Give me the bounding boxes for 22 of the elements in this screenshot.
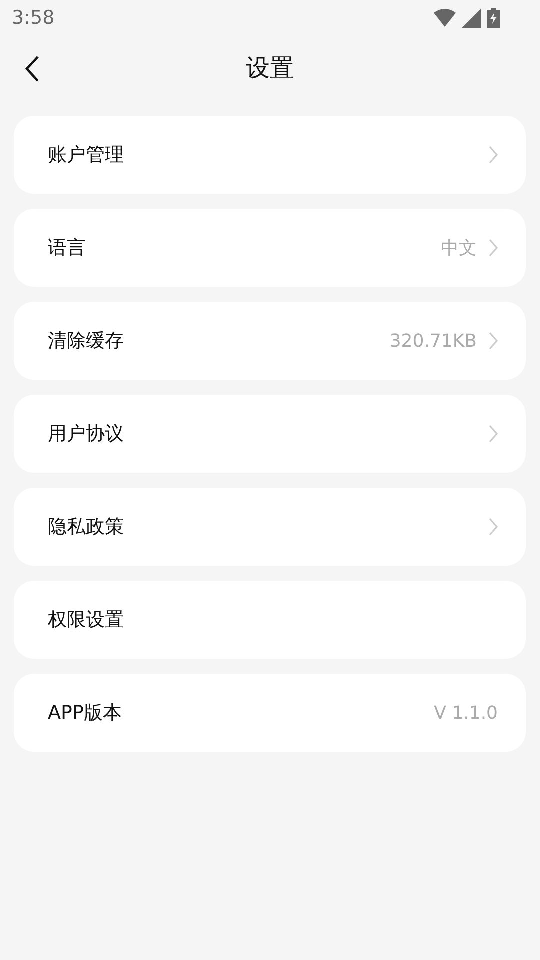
item-label: APP版本 — [48, 700, 123, 726]
settings-item[interactable]: 账户管理 — [14, 116, 526, 194]
item-value: 中文 — [441, 236, 477, 260]
settings-item[interactable]: 权限设置 — [14, 581, 526, 659]
item-value: 320.71KB — [390, 330, 477, 354]
settings-item[interactable]: 用户协议 — [14, 395, 526, 473]
settings-item[interactable]: 语言 中文 — [14, 209, 526, 287]
item-label: 清除缓存 — [48, 328, 125, 354]
item-label: 隐私政策 — [48, 514, 125, 540]
settings-item[interactable]: 清除缓存 320.71KB — [14, 302, 526, 380]
settings-item[interactable]: 隐私政策 — [14, 488, 526, 566]
settings-item[interactable]: APP版本 V 1.1.0 — [14, 674, 526, 752]
battery-icon — [487, 8, 500, 28]
item-value: V 1.1.0 — [434, 702, 498, 726]
wifi-icon — [434, 9, 456, 27]
page-title: 设置 — [246, 53, 294, 84]
item-label: 语言 — [48, 236, 87, 261]
item-label: 账户管理 — [48, 142, 125, 168]
item-label: 权限设置 — [48, 608, 125, 633]
item-label: 用户协议 — [48, 422, 125, 447]
signal-icon — [462, 8, 481, 28]
status-time: 3:58 — [12, 6, 55, 31]
